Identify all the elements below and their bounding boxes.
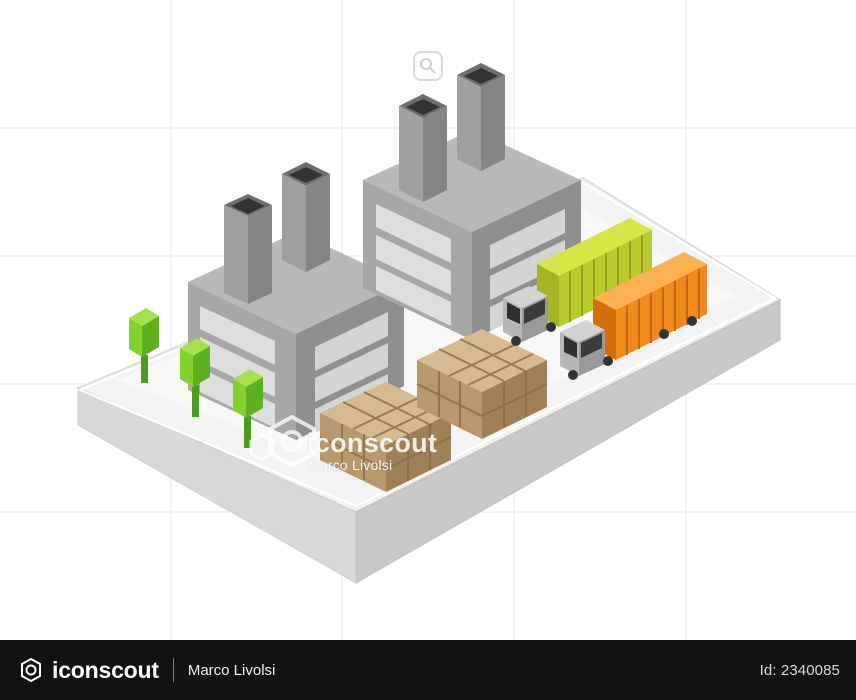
top-watermark-icon (413, 51, 443, 81)
isometric-factory-illustration (0, 0, 856, 640)
footer-author-text: Marco Livolsi (187, 661, 276, 679)
watermark-brand-text: iconscout (307, 428, 438, 458)
footer-brand-text: iconscout (52, 656, 159, 683)
iconscout-logo-icon (21, 657, 41, 683)
watermark-author-text: Marco Livolsi (308, 457, 393, 473)
footer-divider (172, 658, 174, 682)
footer-bar: iconscout Marco Livolsi Id: 2340085 (0, 640, 856, 700)
image-canvas: iconscout Marco Livolsi iconscout Marco … (0, 0, 856, 700)
footer-logo: iconscout (18, 657, 159, 683)
footer-id-text: Id: 2340085 (759, 661, 840, 679)
